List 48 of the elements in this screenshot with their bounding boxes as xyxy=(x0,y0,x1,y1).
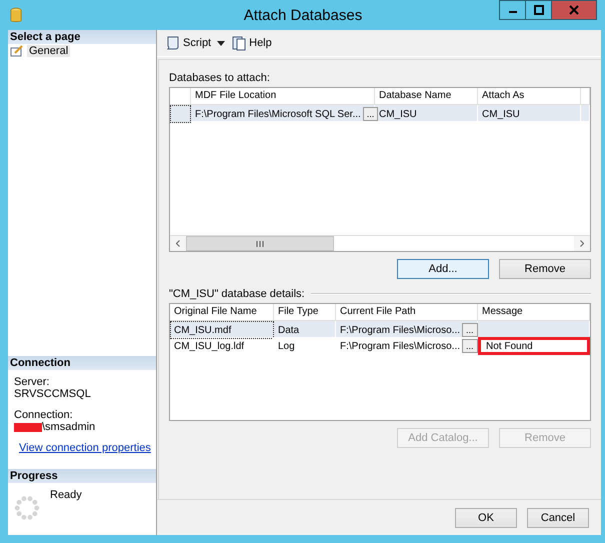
table-cell: CM_ISU.mdf xyxy=(174,324,232,336)
database-icon xyxy=(10,6,22,24)
grid-label: "CM_ISU" database details: xyxy=(169,288,305,300)
remove-button[interactable]: Remove xyxy=(499,259,591,279)
section-header: Connection xyxy=(8,356,156,370)
progress-status: Ready xyxy=(50,489,82,503)
spinner-icon xyxy=(14,495,40,521)
table-cell: Data xyxy=(274,321,336,339)
message-cell: Not Found xyxy=(478,337,590,355)
close-icon xyxy=(569,5,579,15)
scroll-right-icon xyxy=(580,240,584,247)
ok-button[interactable]: OK xyxy=(455,508,517,528)
table-cell: CM_ISU xyxy=(478,105,581,123)
table-cell: F:\Program Files\Microso... xyxy=(340,340,460,352)
minimize-button[interactable] xyxy=(499,0,526,20)
table-cell: F:\Program Files\Microso... xyxy=(340,324,460,336)
browse-button[interactable]: ... xyxy=(462,323,478,337)
caret-icon[interactable] xyxy=(217,40,226,46)
connection-label: Connection: xyxy=(14,409,74,421)
horizontal-scrollbar[interactable] xyxy=(170,235,590,251)
close-button[interactable] xyxy=(551,0,597,20)
server-name: SRVSCCMSQL xyxy=(14,388,92,400)
table-cell: CM_ISU xyxy=(375,105,478,123)
row-header[interactable] xyxy=(170,105,191,123)
scroll-left-icon xyxy=(176,240,180,247)
grip-icon xyxy=(256,240,264,246)
window-title: Attach Databases xyxy=(242,6,364,24)
browse-button[interactable]: ... xyxy=(362,107,378,121)
cancel-button[interactable]: Cancel xyxy=(527,508,589,528)
scroll-icon xyxy=(165,35,181,51)
connection-properties-link[interactable]: View connection properties xyxy=(19,442,151,454)
table-cell: F:\Program Files\Microsoft SQL Ser... xyxy=(195,108,361,120)
redaction-bar xyxy=(14,422,42,432)
browse-button[interactable]: ... xyxy=(462,339,478,353)
help-button[interactable]: Help xyxy=(229,35,274,51)
table-cell: Log xyxy=(274,337,336,355)
maximize-icon xyxy=(534,5,544,15)
section-header: Progress xyxy=(8,469,156,483)
section-header: Select a page xyxy=(8,30,156,44)
table-cell: CM_ISU_log.ldf xyxy=(174,340,244,352)
pages-icon xyxy=(231,35,248,51)
script-button[interactable]: Script xyxy=(163,35,214,51)
connection-user: \smsadmin xyxy=(42,421,96,433)
server-label: Server: xyxy=(14,376,50,388)
maximize-button[interactable] xyxy=(525,0,552,20)
add-button[interactable]: Add... xyxy=(397,259,489,279)
grid-label: Databases to attach: xyxy=(169,72,271,84)
page-item[interactable]: General xyxy=(8,44,156,58)
